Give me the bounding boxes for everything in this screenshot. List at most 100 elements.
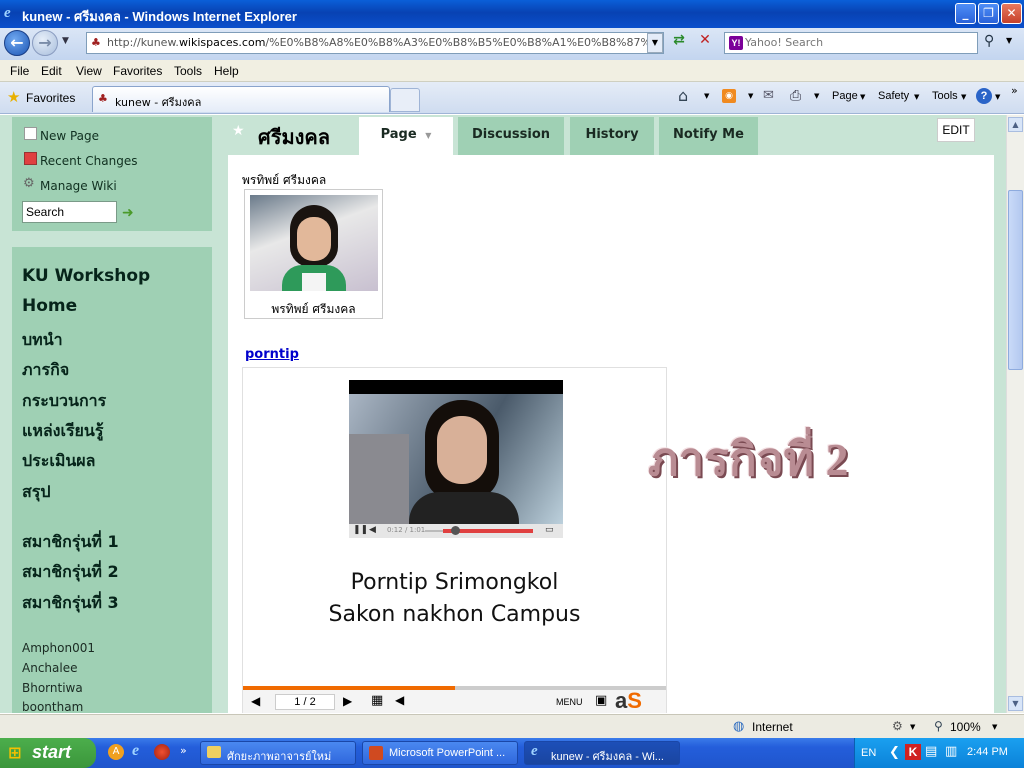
- nav-introduction[interactable]: บทนำ: [22, 328, 63, 353]
- favorite-star-icon[interactable]: ★: [232, 123, 245, 139]
- scroll-up-icon[interactable]: ▲: [1008, 117, 1023, 132]
- save-icon[interactable]: ▣: [595, 693, 607, 708]
- safety-menu[interactable]: Safety: [878, 90, 909, 102]
- vertical-scrollbar[interactable]: ▲ ▼: [1006, 115, 1024, 713]
- zoom-level[interactable]: 100%: [950, 720, 981, 734]
- nav-evaluation[interactable]: ประเมินผล: [22, 449, 95, 474]
- quicklaunch-ie-icon[interactable]: e: [132, 742, 139, 760]
- search-options-dropdown-icon[interactable]: ▼: [1006, 36, 1012, 45]
- wiki-search-input[interactable]: Search: [22, 201, 117, 223]
- powerpoint-icon: [369, 746, 383, 760]
- new-tab-button[interactable]: [390, 88, 420, 112]
- taskbar-item-folder[interactable]: ศักยะภาพอาจารย์ใหม่: [200, 741, 356, 765]
- search-go-arrow-icon[interactable]: ➜: [122, 205, 134, 221]
- address-input[interactable]: ♣ http://kunew.wikispaces.com/%E0%B8%A8%…: [86, 32, 664, 54]
- tray-expand-icon[interactable]: ❮: [889, 745, 900, 760]
- mail-icon[interactable]: ✉: [763, 88, 774, 103]
- fullscreen-icon[interactable]: ▭: [545, 525, 554, 535]
- nav-ku-workshop[interactable]: KU Workshop: [22, 266, 150, 286]
- close-button[interactable]: ✕: [1001, 3, 1022, 24]
- nav-process[interactable]: กระบวนการ: [22, 389, 106, 414]
- forward-button[interactable]: →: [32, 30, 58, 56]
- refresh-icon[interactable]: ⇄: [668, 32, 690, 54]
- volume-icon[interactable]: ◀: [369, 525, 376, 535]
- manage-wiki-link[interactable]: Manage Wiki: [40, 179, 117, 193]
- speaker-icon[interactable]: ◀: [395, 693, 404, 707]
- zoom-dropdown-icon[interactable]: ▼: [992, 723, 997, 731]
- print-dropdown-icon[interactable]: ▼: [814, 92, 819, 100]
- help-dropdown-icon[interactable]: ▼: [995, 93, 1000, 101]
- scroll-down-icon[interactable]: ▼: [1008, 696, 1023, 711]
- menu-file[interactable]: File: [10, 64, 29, 78]
- protected-mode-icon[interactable]: ⚙: [892, 719, 903, 733]
- tab-discussion[interactable]: Discussion: [458, 117, 564, 155]
- menu-edit[interactable]: Edit: [41, 64, 62, 78]
- rss-feed-icon[interactable]: ◉: [722, 89, 736, 103]
- start-button[interactable]: ⊞ start: [0, 738, 96, 768]
- volume-tray-icon[interactable]: ▥: [945, 744, 957, 759]
- print-icon[interactable]: ⎙: [790, 88, 801, 104]
- quicklaunch-overflow-icon[interactable]: »: [180, 744, 187, 757]
- tab-history[interactable]: History: [570, 117, 654, 155]
- language-indicator[interactable]: EN: [861, 747, 876, 759]
- slide-page-number[interactable]: 1 / 2: [275, 694, 335, 710]
- toolbar-overflow-icon[interactable]: »: [1011, 84, 1018, 97]
- edit-button[interactable]: EDIT: [937, 118, 975, 142]
- pause-icon[interactable]: ❚❚: [353, 525, 368, 535]
- protected-mode-dropdown-icon[interactable]: ▼: [910, 723, 915, 731]
- member-link[interactable]: Amphon001: [22, 641, 95, 655]
- tab-notify-me[interactable]: Notify Me: [659, 117, 758, 155]
- security-zone: Internet: [752, 720, 793, 734]
- restore-button[interactable]: ❐: [978, 3, 999, 24]
- taskbar-item-ie[interactable]: e kunew - ศรีมงคล - Wi...: [524, 741, 680, 765]
- page-menu[interactable]: Page: [832, 90, 858, 102]
- search-input[interactable]: Y! Yahoo! Search: [724, 32, 978, 54]
- scroll-thumb[interactable]: [1008, 190, 1023, 370]
- menu-view[interactable]: View: [76, 64, 102, 78]
- help-icon[interactable]: ?: [976, 88, 992, 104]
- grid-view-icon[interactable]: ▦: [371, 693, 383, 708]
- new-page-link[interactable]: New Page: [40, 129, 99, 143]
- nav-conclusion[interactable]: สรุป: [22, 480, 51, 505]
- browser-tab[interactable]: ♣ kunew - ศรีมงคล: [92, 86, 390, 112]
- antivirus-icon[interactable]: K: [905, 744, 921, 760]
- recent-pages-dropdown-icon[interactable]: ▼: [62, 36, 69, 46]
- member-link[interactable]: Bhorntiwa: [22, 681, 83, 695]
- recent-changes-link[interactable]: Recent Changes: [40, 154, 137, 168]
- nav-task[interactable]: ภารกิจ: [22, 358, 69, 383]
- network-icon[interactable]: ▤: [925, 744, 937, 759]
- feed-dropdown-icon[interactable]: ▼: [748, 92, 753, 100]
- authorstream-logo-icon[interactable]: aS: [615, 688, 642, 713]
- video-seek-track[interactable]: [425, 526, 533, 535]
- menu-favorites[interactable]: Favorites: [113, 64, 162, 78]
- tab-page[interactable]: Page ▼: [359, 117, 453, 155]
- quicklaunch-browser-icon[interactable]: [154, 744, 170, 760]
- taskbar-item-powerpoint[interactable]: Microsoft PowerPoint ...: [362, 741, 518, 765]
- zoom-icon[interactable]: ⚲: [934, 719, 943, 733]
- address-dropdown-icon[interactable]: ▼: [647, 33, 663, 53]
- home-dropdown-icon[interactable]: ▼: [704, 92, 709, 100]
- member-link[interactable]: Anchalee: [22, 661, 77, 675]
- home-icon[interactable]: ⌂: [678, 86, 688, 105]
- nav-members-group-3[interactable]: สมาชิกรุ่นที่ 3: [22, 591, 119, 616]
- menu-help[interactable]: Help: [214, 64, 239, 78]
- favorites-button[interactable]: Favorites: [26, 91, 75, 105]
- search-icon[interactable]: ⚲: [984, 33, 1004, 53]
- tools-menu[interactable]: Tools: [932, 90, 958, 102]
- next-slide-icon[interactable]: ▶: [343, 694, 352, 708]
- stop-icon[interactable]: ✕: [694, 32, 716, 54]
- nav-resources[interactable]: แหล่งเรียนรู้: [22, 419, 103, 444]
- slide-menu-button[interactable]: MENU: [556, 697, 583, 707]
- video-player[interactable]: ❚❚ ◀ 0:12 / 1:01 ▭: [349, 380, 563, 538]
- video-seek-handle[interactable]: [451, 526, 460, 535]
- porntip-link[interactable]: porntip: [245, 347, 299, 362]
- nav-members-group-1[interactable]: สมาชิกรุ่นที่ 1: [22, 530, 119, 555]
- menu-tools[interactable]: Tools: [174, 64, 202, 78]
- nav-members-group-2[interactable]: สมาชิกรุ่นที่ 2: [22, 560, 119, 585]
- member-link[interactable]: boontham: [22, 700, 83, 713]
- quicklaunch-app-icon[interactable]: A: [108, 744, 124, 760]
- back-button[interactable]: ←: [4, 30, 30, 56]
- previous-slide-icon[interactable]: ◀: [251, 694, 260, 708]
- minimize-button[interactable]: _: [955, 3, 976, 24]
- nav-home[interactable]: Home: [22, 296, 77, 316]
